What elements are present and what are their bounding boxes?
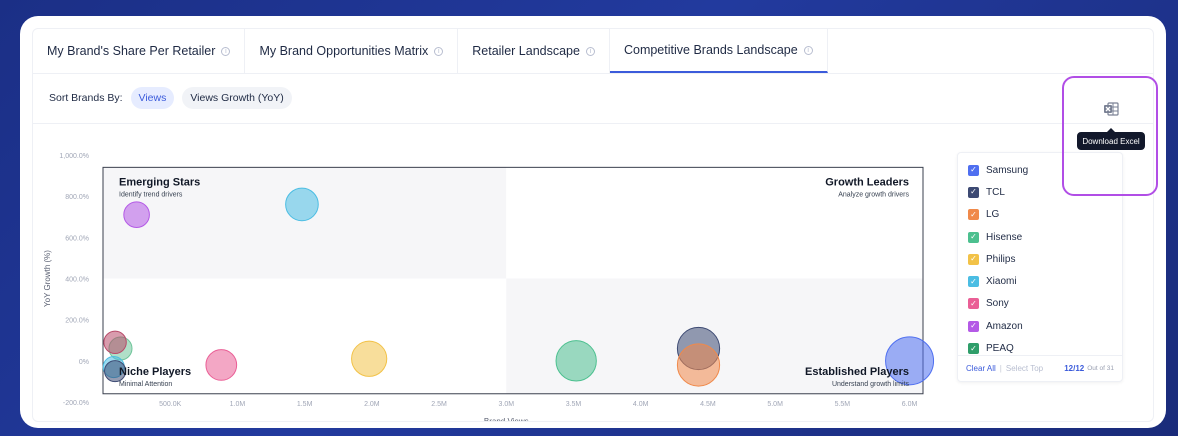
y-tick-label: -200.0% [63,400,89,407]
legend-item-lg[interactable]: ✓ LG [958,204,1122,226]
excel-icon[interactable] [1103,101,1119,117]
quadrant-title: Emerging Stars [119,176,200,188]
tab-retailer-landscape[interactable]: Retailer Landscape i [458,29,610,73]
legend-label: Hisense [986,231,1023,243]
sort-label: Sort Brands By: [49,92,123,104]
legend-label: LG [986,209,1000,221]
legend-item-philips[interactable]: ✓ Philips [958,248,1122,270]
y-tick-label: 1,000.0% [59,153,89,160]
y-axis-label: YoY Growth (%) [43,250,52,307]
divider [33,123,1153,124]
tab-label: My Brand Opportunities Matrix [259,44,429,58]
legend-item-hisense[interactable]: ✓ Hisense [958,226,1122,248]
quadrant-subtitle: Minimal Attention [119,381,172,388]
info-icon[interactable]: i [221,46,231,56]
x-tick-label: 4.0M [633,401,649,408]
checkbox[interactable]: ✓ [968,209,979,221]
bubble-other-1 [103,330,127,355]
select-top-button[interactable]: Select Top [1006,364,1043,373]
checkbox[interactable]: ✓ [968,320,979,332]
legend-label: TCL [986,186,1005,198]
tab-label: Competitive Brands Landscape [623,43,798,57]
quadrant-subtitle: Identify trend drivers [119,191,183,198]
bubble-hisense [555,340,597,382]
x-tick-label: 500.0K [159,401,182,408]
quadrant-title: Established Players [805,366,909,378]
y-tick-label: 600.0% [65,235,89,242]
sort-views-button[interactable]: Views [130,87,175,109]
y-tick-label: 200.0% [65,318,89,325]
info-icon[interactable]: i [585,46,595,56]
sort-bar: Sort Brands By: Views Views Growth (YoY) [49,87,292,109]
x-tick-label: 4.5M [700,401,716,408]
tab-competitive-brands[interactable]: Competitive Brands Landscape i [609,29,828,73]
bubble-sony [205,349,238,381]
quadrant-title: Growth Leaders [825,176,909,188]
x-tick-label: 6.0M [902,401,918,408]
checkbox[interactable]: ✓ [968,276,979,288]
y-tick-label: 0% [79,359,89,366]
checkbox[interactable]: ✓ [968,186,979,198]
checkbox[interactable]: ✓ [968,253,979,265]
y-tick-label: 800.0% [65,194,89,201]
tab-label: Retailer Landscape [472,44,580,58]
x-tick-label: 5.5M [835,401,851,408]
legend-label: Xiaomi [986,276,1017,288]
clear-all-button[interactable]: Clear All [966,364,996,373]
x-tick-label: 1.0M [230,401,246,408]
tab-bar: My Brand's Share Per Retailer i My Brand… [33,29,1153,74]
legend-footer: Clear All | Select Top 12/12 Out of 31 [958,355,1122,381]
bubble-xiaomi [285,187,319,222]
legend-item-xiaomi[interactable]: ✓ Xiaomi [958,270,1122,292]
bubble-chart: 1,000.0% 800.0% 600.0% 400.0% 200.0% 0% -200.0… [43,153,935,421]
total-count: Out of 31 [1087,365,1114,372]
checkbox[interactable]: ✓ [968,231,979,243]
legend-label: PEAQ [986,343,1014,355]
quadrant-subtitle: Analyze growth drivers [838,191,909,198]
x-tick-label: 5.0M [767,401,783,408]
x-tick-label: 2.0M [364,401,380,408]
download-excel-tooltip: Download Excel [1077,128,1145,150]
tab-label: My Brand's Share Per Retailer [47,44,216,58]
legend-item-sony[interactable]: ✓ Sony [958,293,1122,315]
legend-label: Sony [986,298,1009,310]
x-tick-label: 3.5M [566,401,582,408]
dashboard-card: My Brand's Share Per Retailer i My Brand… [20,16,1166,428]
selected-count: 12/12 [1064,364,1085,373]
checkbox[interactable]: ✓ [968,343,979,355]
tab-opportunities[interactable]: My Brand Opportunities Matrix i [245,29,459,73]
chart-panel: My Brand's Share Per Retailer i My Brand… [32,28,1158,422]
checkbox[interactable]: ✓ [968,298,979,310]
bubble-amazon [123,201,150,228]
legend-label: Philips [986,253,1016,265]
x-tick-label: 2.5M [431,401,447,408]
y-tick-label: 400.0% [65,277,89,284]
sort-views-growth-button[interactable]: Views Growth (YoY) [182,87,292,109]
x-axis-label: Brand Views [484,417,529,421]
legend-label: Amazon [986,320,1023,332]
info-icon[interactable]: i [434,46,444,56]
separator: | [999,364,1002,373]
tab-brand-share[interactable]: My Brand's Share Per Retailer i [33,29,246,73]
quadrant-subtitle: Understand growth limits [832,381,910,388]
checkbox[interactable]: ✓ [968,164,979,176]
legend-item-amazon[interactable]: ✓ Amazon [958,315,1122,337]
x-tick-label: 3.0M [498,401,514,408]
bubble-lg [676,343,721,387]
bubble-philips [351,340,388,377]
quadrant-title: Niche Players [119,366,191,378]
info-icon[interactable]: i [803,45,813,55]
x-tick-label: 1.5M [297,401,313,408]
legend-label: Samsung [986,164,1029,176]
